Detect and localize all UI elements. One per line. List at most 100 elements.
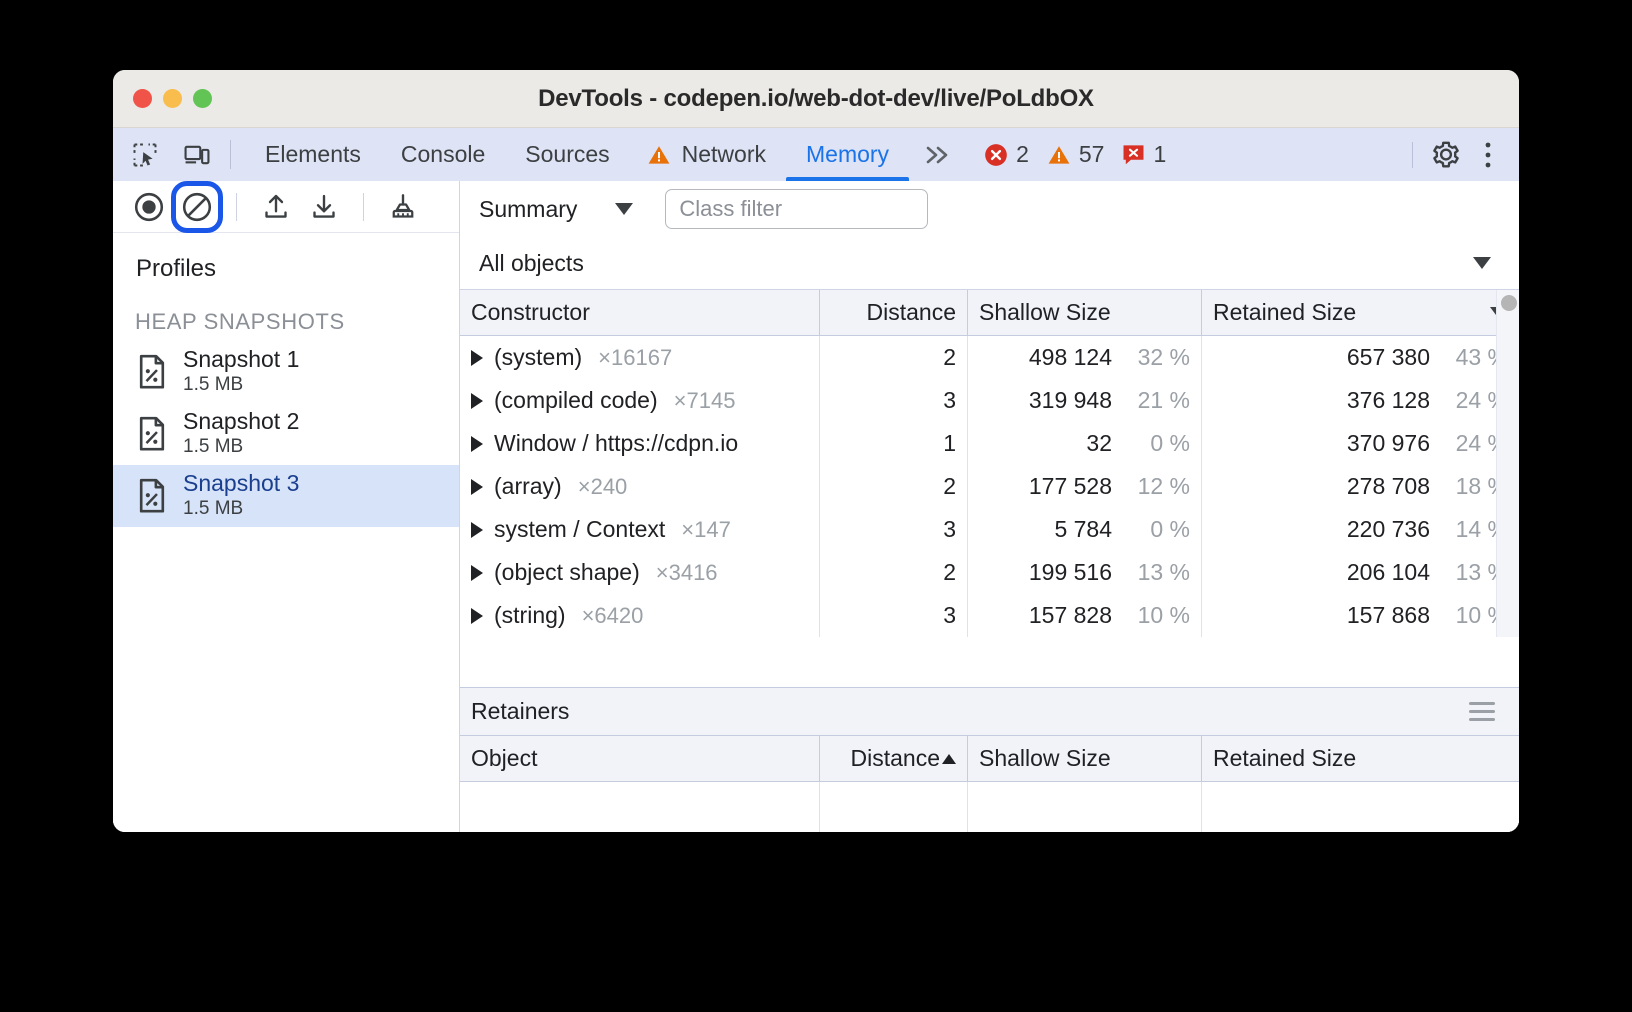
sort-ascending-icon [942, 754, 956, 764]
table-row[interactable]: (system)×161672498 12432 %657 38043 % [460, 336, 1519, 379]
shallow-size-value: 498 124 [1029, 344, 1112, 371]
more-tabs-button[interactable] [909, 128, 967, 181]
expand-triangle-icon[interactable] [471, 436, 483, 452]
expand-triangle-icon[interactable] [471, 350, 483, 366]
column-header-retainers-distance[interactable]: Distance [820, 736, 968, 781]
snapshot-size: 1.5 MB [183, 435, 299, 460]
constructor-cell: (compiled code)×7145 [460, 379, 820, 422]
table-row[interactable]: (array)×2402177 52812 %278 70818 % [460, 465, 1519, 508]
retainers-empty-body [460, 782, 1519, 832]
view-mode-label: Summary [479, 196, 577, 223]
shallow-size-value: 199 516 [1029, 559, 1112, 586]
retained-size-cell: 206 10413 % [1202, 551, 1519, 594]
column-header-constructor-label: Constructor [471, 299, 590, 326]
expand-triangle-icon[interactable] [471, 608, 483, 624]
expand-triangle-icon[interactable] [471, 393, 483, 409]
retained-size-cell: 278 70818 % [1202, 465, 1519, 508]
kebab-menu-icon[interactable] [1473, 140, 1503, 170]
constructor-cell: (array)×240 [460, 465, 820, 508]
retained-size-value: 278 708 [1347, 473, 1430, 500]
shallow-size-cell: 320 % [968, 422, 1202, 465]
issues-count-badge[interactable]: 1 [1121, 141, 1166, 168]
shallow-size-value: 157 828 [1029, 602, 1112, 629]
tab-memory[interactable]: Memory [786, 128, 909, 181]
warning-count-badge[interactable]: 57 [1046, 141, 1105, 168]
hamburger-menu-icon[interactable] [1469, 702, 1495, 721]
issues-count: 1 [1153, 141, 1166, 168]
table-row[interactable]: (string)×64203157 82810 %157 86810 % [460, 594, 1519, 637]
tab-network[interactable]: Network [630, 128, 786, 181]
broom-icon[interactable] [381, 185, 425, 229]
distance-cell: 1 [820, 422, 968, 465]
tab-console-label: Console [401, 141, 485, 168]
class-filter-input[interactable] [665, 189, 928, 229]
column-header-distance[interactable]: Distance [820, 290, 968, 335]
error-count-badge[interactable]: 2 [983, 141, 1029, 168]
snapshot-size: 1.5 MB [183, 373, 299, 398]
column-header-constructor[interactable]: Constructor [460, 290, 820, 335]
view-mode-select[interactable]: Summary [479, 196, 643, 223]
distance-cell: 3 [820, 508, 968, 551]
devtools-tabbar: Elements Console Sources Network [113, 128, 1519, 181]
tabbar-tool-icons [113, 128, 212, 181]
table-row[interactable]: (object shape)×34162199 51613 %206 10413… [460, 551, 1519, 594]
shallow-size-percent: 13 % [1128, 559, 1190, 586]
retained-size-value: 376 128 [1347, 387, 1430, 414]
constructors-grid-scrollbar[interactable] [1496, 290, 1519, 637]
snapshot-list-item-2[interactable]: Snapshot 2 1.5 MB [113, 403, 459, 465]
retained-size-value: 657 380 [1347, 344, 1430, 371]
profiles-heading: Profiles [113, 233, 459, 283]
shallow-size-cell: 498 12432 % [968, 336, 1202, 379]
expand-triangle-icon[interactable] [471, 479, 483, 495]
shallow-size-cell: 177 52812 % [968, 465, 1202, 508]
constructor-cell: (system)×16167 [460, 336, 820, 379]
retainers-panel: Retainers Object Distance Shallow Size [460, 687, 1519, 832]
column-header-object[interactable]: Object [460, 736, 820, 781]
column-header-distance-label: Distance [867, 299, 956, 326]
gear-icon[interactable] [1431, 140, 1461, 170]
distance-cell: 3 [820, 379, 968, 422]
tabbar-divider [230, 140, 231, 169]
constructors-grid-wrap: Constructor Distance Shallow Size Retain… [460, 289, 1519, 687]
tab-console[interactable]: Console [381, 128, 505, 181]
scrollbar-thumb[interactable] [1501, 295, 1517, 311]
snapshot-list-item-1[interactable]: Snapshot 1 1.5 MB [113, 341, 459, 403]
column-header-retainers-retained-size-label: Retained Size [1213, 745, 1356, 772]
table-row[interactable]: Window / https://cdpn.io1320 %370 97624 … [460, 422, 1519, 465]
constructor-cell: Window / https://cdpn.io [460, 422, 820, 465]
constructor-name: (system) [494, 344, 582, 371]
constructors-grid: Constructor Distance Shallow Size Retain… [460, 289, 1519, 637]
constructor-count: ×6420 [582, 603, 644, 629]
retained-size-cell: 376 12824 % [1202, 379, 1519, 422]
tab-elements[interactable]: Elements [245, 128, 381, 181]
device-toolbar-icon[interactable] [182, 140, 212, 170]
devtools-tabs: Elements Console Sources Network [245, 128, 909, 181]
tab-sources[interactable]: Sources [505, 128, 629, 181]
chevron-down-icon [615, 203, 633, 215]
expand-triangle-icon[interactable] [471, 565, 483, 581]
download-icon[interactable] [302, 185, 346, 229]
record-icon[interactable] [127, 185, 171, 229]
upload-icon[interactable] [254, 185, 298, 229]
inspect-cursor-icon[interactable] [130, 140, 160, 170]
distance-cell: 2 [820, 465, 968, 508]
constructor-name: system / Context [494, 516, 665, 543]
retained-size-value: 206 104 [1347, 559, 1430, 586]
snapshot-file-icon [135, 354, 169, 390]
table-row[interactable]: system / Context×14735 7840 %220 73614 % [460, 508, 1519, 551]
retainers-empty-cell-retained [1202, 782, 1519, 832]
shallow-size-percent: 21 % [1128, 387, 1190, 414]
column-header-retainers-retained-size[interactable]: Retained Size [1202, 736, 1519, 781]
objects-scope-select[interactable]: All objects [460, 237, 1519, 289]
column-header-retainers-shallow-size[interactable]: Shallow Size [968, 736, 1202, 781]
column-header-shallow-size[interactable]: Shallow Size [968, 290, 1202, 335]
table-row[interactable]: (compiled code)×71453319 94821 %376 1282… [460, 379, 1519, 422]
snapshot-list-item-3[interactable]: Snapshot 3 1.5 MB [113, 465, 459, 527]
expand-triangle-icon[interactable] [471, 522, 483, 538]
column-header-retained-size[interactable]: Retained Size [1202, 290, 1519, 335]
tabbar-right-divider [1412, 142, 1413, 168]
stop-clear-icon[interactable] [175, 185, 219, 229]
snapshot-name: Snapshot 3 [183, 471, 299, 497]
constructors-grid-rows: (system)×161672498 12432 %657 38043 %(co… [460, 336, 1519, 637]
warning-triangle-icon [646, 143, 672, 167]
